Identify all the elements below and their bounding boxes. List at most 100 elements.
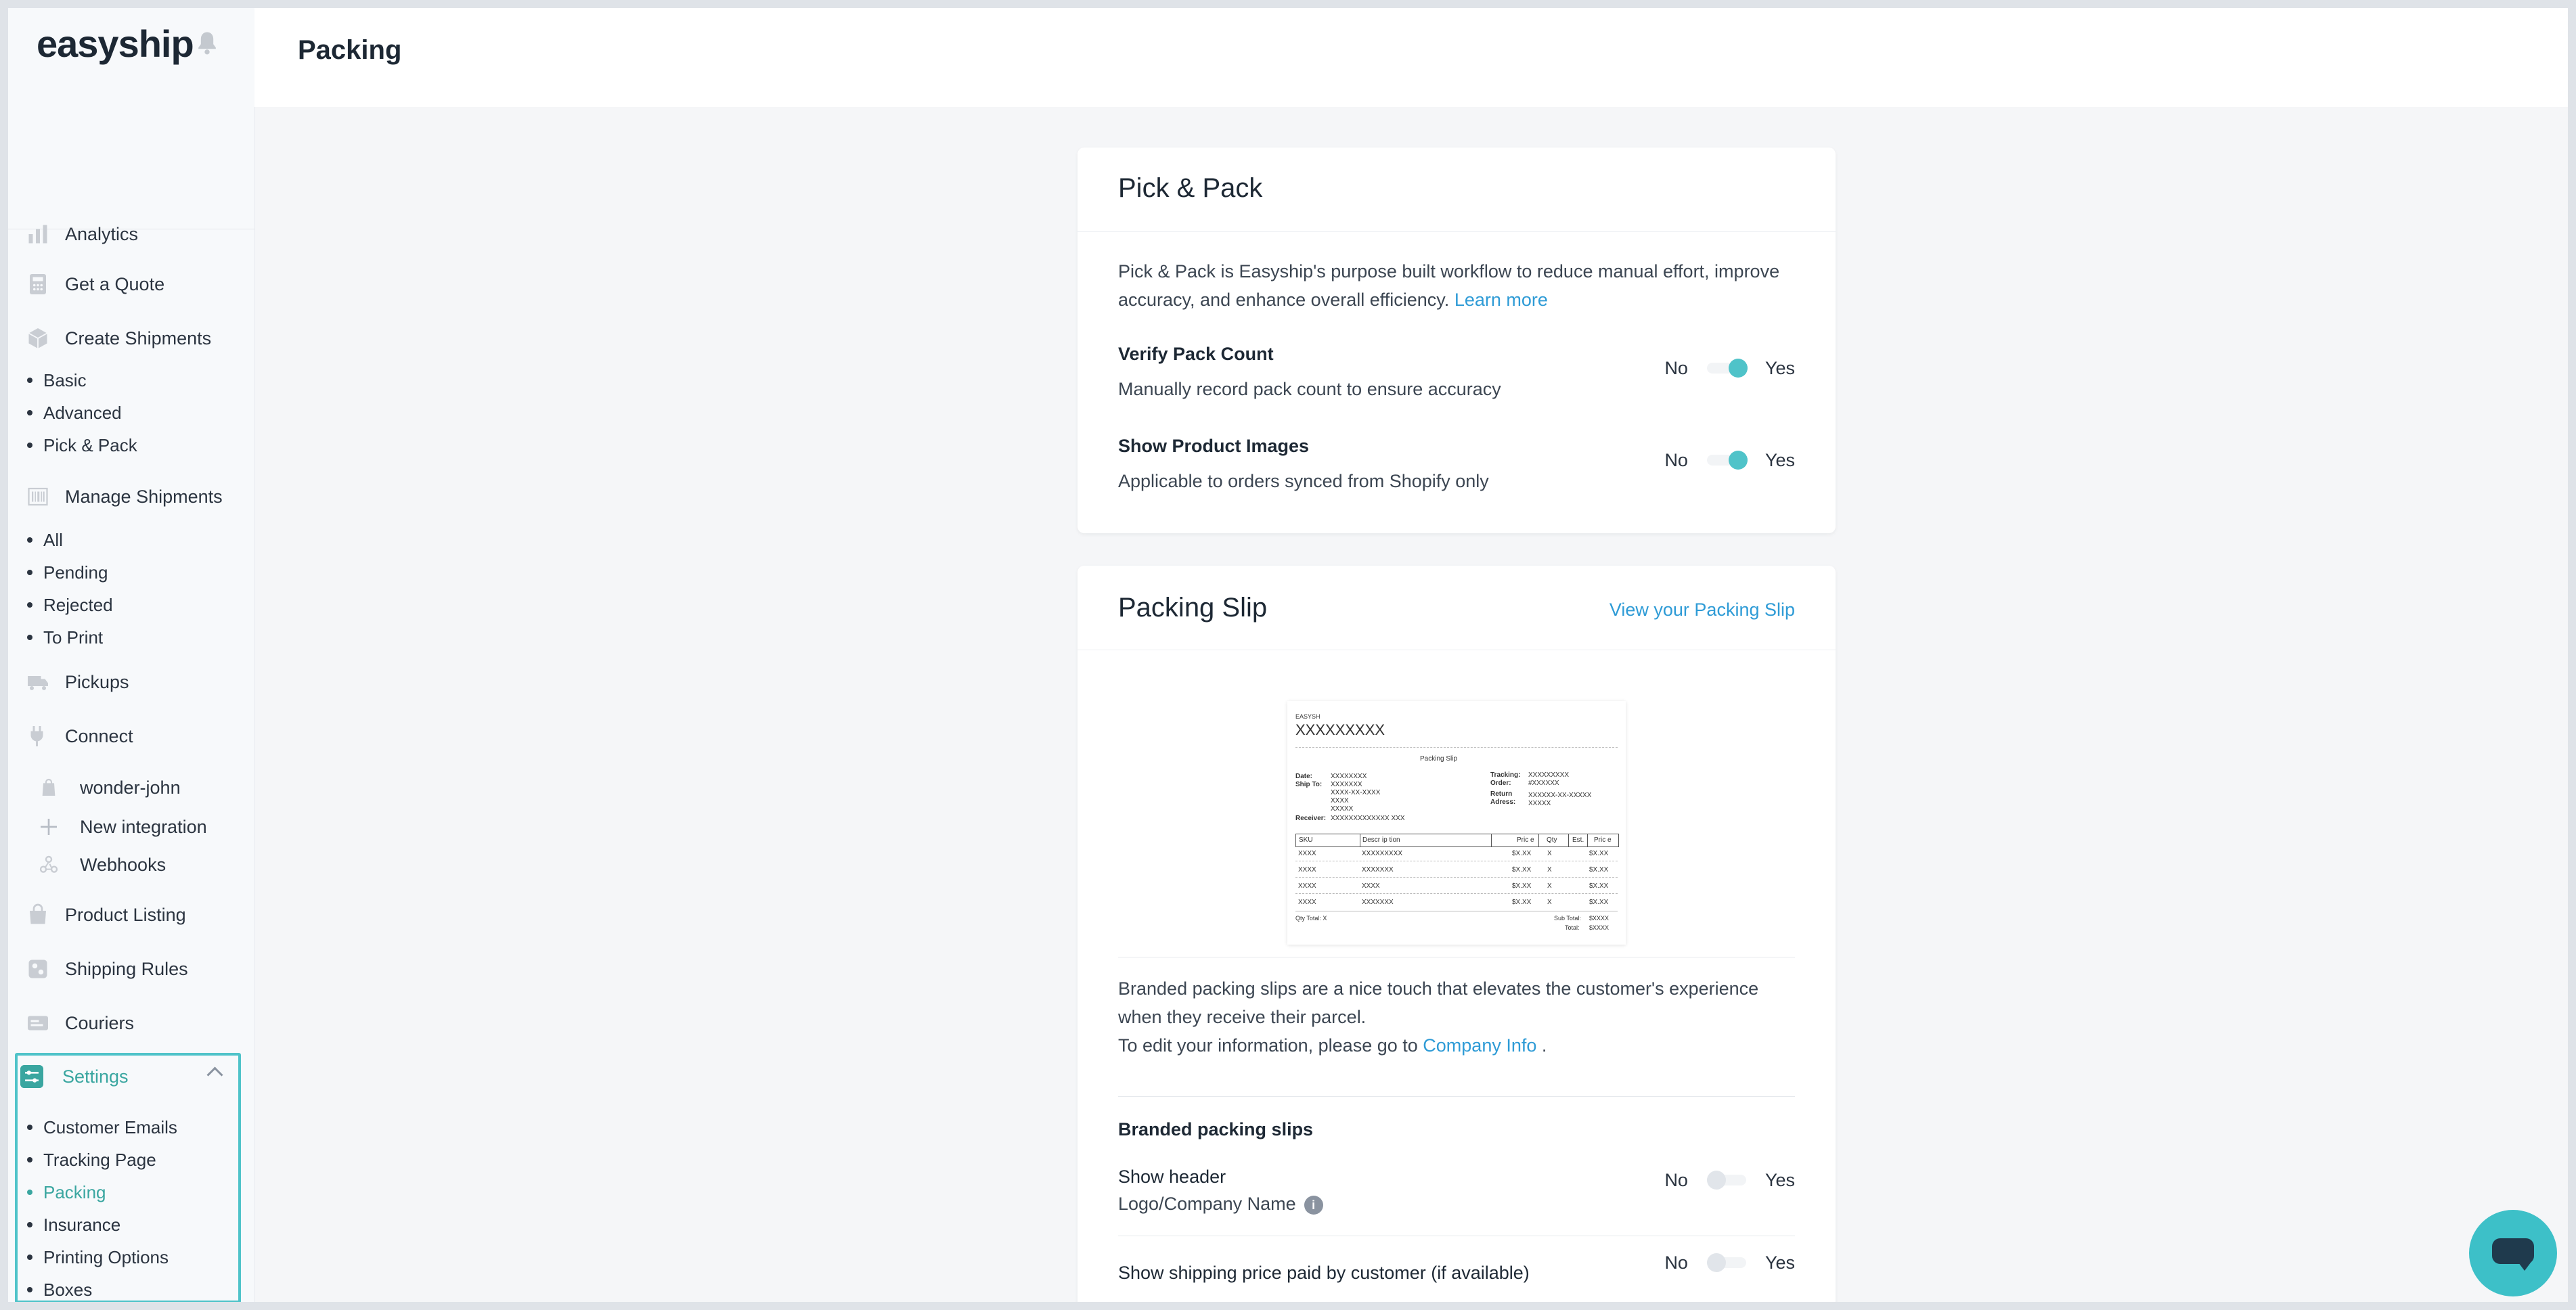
description-text: Pick & Pack is Easyship's purpose built … xyxy=(1118,261,1780,310)
sidebar-item-manage-shipments[interactable]: Manage Shipments xyxy=(26,476,223,517)
sidebar-item-pickups[interactable]: Pickups xyxy=(26,662,129,702)
sidebar-item-label: Shipping Rules xyxy=(65,958,188,979)
slip-date-value: XXXXXXXX xyxy=(1331,773,1367,780)
packing-slip-preview[interactable]: EASYSH XXXXXXXXX Packing Slip Date: XXXX… xyxy=(1287,701,1626,945)
toggle-yes-label: Yes xyxy=(1764,1169,1795,1190)
submenu-item-advanced[interactable]: Advanced xyxy=(27,397,137,429)
option-title: Show Product Images xyxy=(1118,436,1310,456)
learn-more-link[interactable]: Learn more xyxy=(1454,290,1548,310)
toggle-yes-label: Yes xyxy=(1764,449,1795,470)
sidebar-item-shipping-rules[interactable]: Shipping Rules xyxy=(26,949,188,989)
show-shipping-price-toggle[interactable] xyxy=(1703,1250,1750,1275)
bell-icon[interactable] xyxy=(192,28,222,58)
toggle-yes-label: Yes xyxy=(1764,1252,1795,1273)
submenu-item-to-print[interactable]: To Print xyxy=(27,621,113,654)
company-info-link[interactable]: Company Info xyxy=(1423,1035,1536,1056)
slip-cell: $X.XX xyxy=(1589,850,1609,857)
slip-cell: X xyxy=(1547,866,1552,874)
chevron-up-icon[interactable] xyxy=(206,1066,223,1083)
bullet xyxy=(27,1125,32,1130)
slip-ship-to-line: XXXXXXX xyxy=(1331,781,1362,788)
bullet xyxy=(27,1222,32,1227)
bullet xyxy=(27,1190,32,1195)
slip-ship-to-label: Ship To: xyxy=(1295,781,1323,788)
slip-heading: Packing Slip xyxy=(1420,755,1458,763)
verify-pack-count-toggle[interactable] xyxy=(1703,356,1750,380)
slip-cell: XXXXXXX xyxy=(1362,866,1394,874)
sidebar-item-connect[interactable]: Connect xyxy=(26,716,133,756)
submenu-item-printing-options[interactable]: Printing Options xyxy=(27,1241,177,1273)
submenu-item-insurance[interactable]: Insurance xyxy=(27,1209,177,1241)
bullet xyxy=(27,1157,32,1162)
submenu-label: Insurance xyxy=(43,1214,121,1235)
slip-ship-to-line: XXXX-XX-XXXX xyxy=(1331,789,1381,796)
slip-col-divider xyxy=(1568,834,1569,846)
submenu-label: Packing xyxy=(43,1181,106,1202)
sidebar-item-label: Connect xyxy=(65,725,133,746)
toggle-no-label: No xyxy=(1664,449,1688,470)
box-icon xyxy=(28,328,47,348)
plug-icon xyxy=(30,726,43,746)
sidebar-item-couriers[interactable]: Couriers xyxy=(26,1003,134,1043)
submenu-item-packing[interactable]: Packing xyxy=(27,1176,177,1209)
sidebar-item-label: Couriers xyxy=(65,1012,135,1033)
chat-bubble-tail xyxy=(2516,1260,2533,1271)
show-header-toggle[interactable] xyxy=(1703,1168,1750,1192)
show-header-subtitle: Logo/Company Name i xyxy=(1118,1194,1323,1215)
connect-item-webhooks[interactable]: Webhooks xyxy=(38,846,166,884)
show-header-title: Show header xyxy=(1118,1167,1226,1187)
toggle-knob xyxy=(1706,1253,1726,1272)
slip-cell: X xyxy=(1547,882,1552,890)
sidebar-item-product-listing[interactable]: Product Listing xyxy=(26,895,186,935)
slip-return-line: XXXXX xyxy=(1528,800,1551,807)
slip-cell: XXXX xyxy=(1362,882,1380,890)
slip-address-label: Adress: xyxy=(1490,798,1516,806)
submenu-item-tracking-page[interactable]: Tracking Page xyxy=(27,1144,177,1176)
toggle-knob xyxy=(1706,1171,1726,1190)
brand-logo[interactable]: easyship xyxy=(37,22,194,66)
submenu-item-customer-emails[interactable]: Customer Emails xyxy=(27,1111,177,1144)
slip-col-header: SKU xyxy=(1299,836,1313,844)
submenu-label: To Print xyxy=(43,627,104,648)
sidebar-item-create-shipments[interactable]: Create Shipments xyxy=(26,318,211,359)
show-shipping-price-toggle-group: No Yes xyxy=(1664,1250,1795,1275)
sidebar-item-analytics[interactable]: Analytics xyxy=(26,214,138,254)
app-frame: easyship Analytics Get a Quote Create Sh… xyxy=(8,8,2568,1302)
slip-cell: $X.XX xyxy=(1512,850,1532,857)
submenu-item-rejected[interactable]: Rejected xyxy=(27,589,113,621)
view-packing-slip-link[interactable]: View your Packing Slip xyxy=(1609,600,1795,620)
chat-button[interactable] xyxy=(2469,1210,2557,1296)
slip-receiver-value: XXXXXXXXXXXXX XXX xyxy=(1331,815,1405,822)
submenu-item-basic[interactable]: Basic xyxy=(27,364,137,397)
calculator-icon xyxy=(30,274,46,294)
sidebar-item-settings[interactable]: Settings xyxy=(20,1058,230,1095)
slip-return-line: XXXXXX-XX-XXXXX xyxy=(1528,792,1592,799)
info-icon[interactable]: i xyxy=(1304,1195,1323,1215)
slip-cell: XXXX xyxy=(1298,866,1316,874)
submenu-label: Pick & Pack xyxy=(43,434,137,455)
connect-item-new-integration[interactable]: New integration xyxy=(38,808,207,846)
verify-pack-count-toggle-group: No Yes xyxy=(1664,356,1795,380)
bullet xyxy=(27,378,32,383)
submenu-label: Rejected xyxy=(43,594,113,615)
submenu-item-all[interactable]: All xyxy=(27,524,113,556)
show-product-images-toggle[interactable] xyxy=(1703,448,1750,472)
slip-col-header: Descr ip tion xyxy=(1362,836,1400,844)
slip-row-divider xyxy=(1295,893,1618,894)
slip-col-header: Est. xyxy=(1572,836,1584,844)
submenu-item-pending[interactable]: Pending xyxy=(27,556,113,589)
packing-slip-card: Packing Slip View your Packing Slip EASY… xyxy=(1078,566,1836,1302)
store-icon xyxy=(42,778,55,796)
slip-cell: $X.XX xyxy=(1512,899,1532,906)
submenu-item-pick-pack[interactable]: Pick & Pack xyxy=(27,429,137,461)
slip-date-label: Date: xyxy=(1295,773,1313,780)
sidebar-item-get-a-quote[interactable]: Get a Quote xyxy=(26,264,164,304)
branded-slips-title: Branded packing slips xyxy=(1118,1119,1314,1139)
pick-pack-card: Pick & Pack Pick & Pack is Easyship's pu… xyxy=(1078,148,1836,533)
connect-item-store[interactable]: wonder-john xyxy=(38,769,181,807)
settings-icon xyxy=(20,1065,43,1088)
slip-col-divider xyxy=(1491,834,1492,846)
logo-area: easyship xyxy=(8,8,254,229)
submenu-item-boxes[interactable]: Boxes xyxy=(27,1273,177,1302)
sidebar-item-label: Pickups xyxy=(65,671,129,692)
